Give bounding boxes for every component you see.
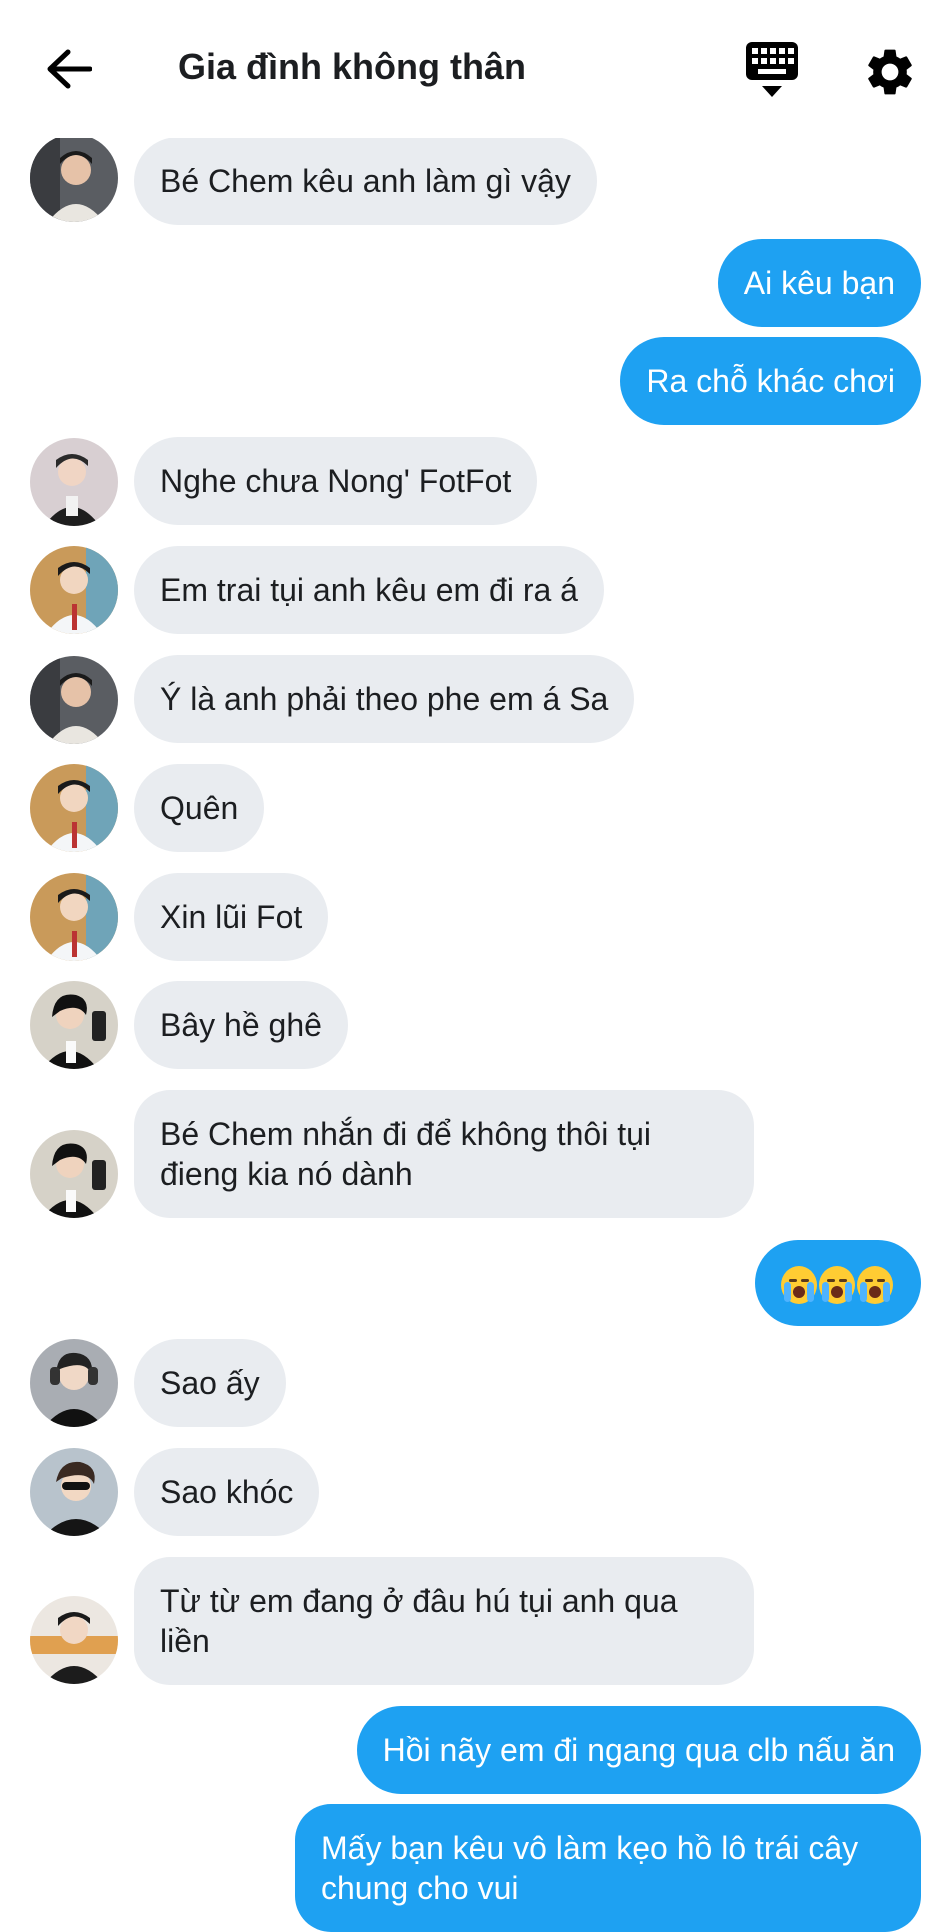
message-bubble[interactable]: Ai kêu bạn — [717, 239, 921, 327]
gear-icon — [868, 49, 912, 95]
loudly-crying-face-icon — [819, 1265, 855, 1304]
avatar[interactable] — [30, 1339, 118, 1427]
message-bubble[interactable] — [755, 1240, 921, 1326]
message-bubble[interactable]: Mấy bạn kêu vô làm kẹo hồ lô trái cây ch… — [295, 1804, 921, 1932]
chat-title: Gia đình không thân — [178, 46, 526, 87]
avatar[interactable] — [30, 134, 118, 222]
message-bubble[interactable]: Quên — [134, 764, 265, 852]
loudly-crying-face-icon — [857, 1265, 893, 1304]
message-bubble[interactable]: Bé Chem nhắn đi để không thôi tụi đieng … — [134, 1090, 754, 1218]
avatar[interactable] — [30, 546, 118, 634]
keyboard-icon — [746, 42, 798, 97]
keyboard-toggle-button[interactable] — [744, 40, 800, 100]
chat-header: Gia đình không thân — [0, 0, 951, 138]
message-bubble[interactable]: Ra chỗ khác chơi — [620, 337, 921, 425]
settings-button[interactable] — [862, 44, 918, 100]
message-bubble[interactable]: Bây hề ghê — [134, 981, 348, 1069]
avatar[interactable] — [30, 1130, 118, 1218]
back-button[interactable] — [40, 44, 98, 94]
message-bubble[interactable]: Bé Chem kêu anh làm gì vậy — [134, 137, 597, 225]
avatar[interactable] — [30, 1596, 118, 1684]
message-bubble[interactable]: Hồi nãy em đi ngang qua clb nấu ăn — [356, 1706, 921, 1794]
message-bubble[interactable]: Sao khóc — [134, 1448, 320, 1536]
message-bubble[interactable]: Nghe chưa Nong' FotFot — [134, 437, 538, 525]
message-bubble[interactable]: Sao ấy — [134, 1339, 286, 1427]
message-bubble[interactable]: Từ từ em đang ở đâu hú tụi anh qua liền — [134, 1557, 754, 1685]
avatar[interactable] — [30, 656, 118, 744]
avatar[interactable] — [30, 764, 118, 852]
avatar[interactable] — [30, 1448, 118, 1536]
arrow-left-icon — [47, 49, 92, 89]
message-bubble[interactable]: Ý là anh phải theo phe em á Sa — [134, 655, 635, 743]
message-bubble[interactable]: Em trai tụi anh kêu em đi ra á — [134, 546, 604, 634]
avatar[interactable] — [30, 981, 118, 1069]
loudly-crying-face-icon — [781, 1265, 817, 1304]
message-bubble[interactable]: Xin lũi Fot — [134, 873, 329, 961]
avatar[interactable] — [30, 438, 118, 526]
avatar[interactable] — [30, 873, 118, 961]
